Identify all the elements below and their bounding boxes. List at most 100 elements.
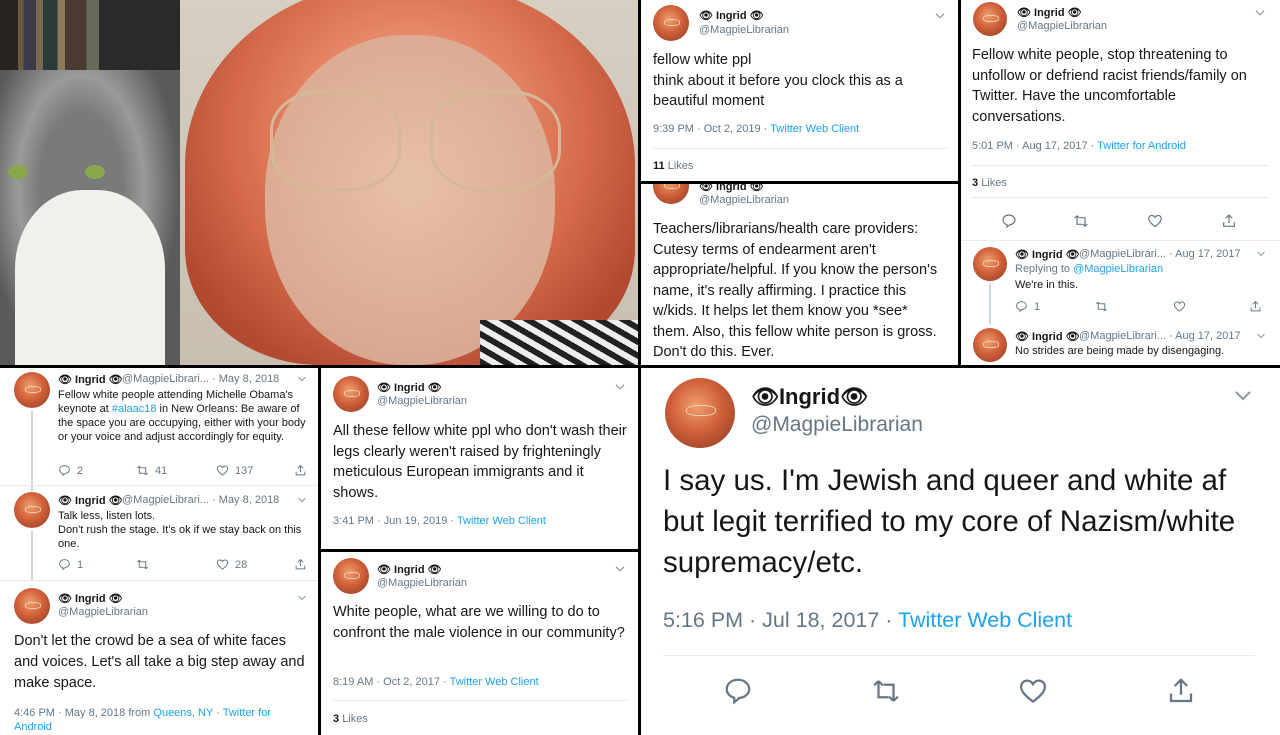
user-handle[interactable]: @MagpieLibrarian: [699, 24, 789, 36]
eye-icon: 👁: [427, 382, 442, 394]
eye-icon: 👁: [377, 564, 391, 576]
tweet-text: We're in this.: [1015, 279, 1079, 291]
user-name[interactable]: 👁 Ingrid 👁: [377, 563, 442, 576]
tweet-text: Fellow white people, stop threatening to…: [972, 47, 1247, 125]
like-icon[interactable]: [1018, 676, 1048, 706]
likes-count[interactable]: 11 Likes: [653, 160, 693, 172]
eye-icon: 👁: [108, 374, 123, 386]
share-icon[interactable]: [294, 464, 307, 477]
reply-icon[interactable]: [1001, 213, 1017, 229]
tweet-meta: 8:19 AM · Oct 2, 2017 · Twitter Web Clie…: [333, 676, 539, 688]
avatar[interactable]: [653, 5, 689, 41]
eye-icon: 👁: [108, 495, 123, 507]
chevron-down-icon[interactable]: [1253, 6, 1267, 20]
eye-icon: 👁: [749, 10, 764, 22]
retweet-button[interactable]: 41: [136, 464, 167, 477]
retweet-icon[interactable]: [136, 558, 149, 571]
avatar[interactable]: [14, 372, 50, 408]
tweet-panel-2: 👁 Ingrid 👁 @MagpieLibrarian Fellow white…: [961, 0, 1280, 365]
eye-icon: 👁: [1017, 7, 1031, 19]
tweet-panel-thread: 👁 Ingrid 👁 @MagpieLibrari... · May 8, 20…: [0, 368, 318, 735]
hashtag-link[interactable]: #alaac18: [112, 403, 157, 415]
avatar[interactable]: [973, 328, 1007, 362]
avatar[interactable]: [14, 588, 50, 624]
chevron-down-icon[interactable]: [1255, 248, 1267, 260]
tweet-panel-1: 👁 Ingrid 👁 @MagpieLibrarian fellow white…: [641, 0, 958, 181]
user-name[interactable]: 👁 Ingrid 👁: [58, 373, 123, 386]
reply-button[interactable]: 1: [1015, 300, 1040, 313]
share-icon[interactable]: [1166, 676, 1196, 706]
user-name[interactable]: 👁 Ingrid 👁: [58, 592, 123, 605]
glasses: [270, 90, 561, 191]
tweet-meta: 9:39 PM · Oct 2, 2019 · Twitter Web Clie…: [653, 123, 860, 135]
cat: [0, 70, 180, 365]
avatar[interactable]: [653, 184, 689, 204]
user-name[interactable]: 👁Ingrid👁: [751, 384, 868, 410]
avatar[interactable]: [333, 558, 369, 594]
user-handle[interactable]: @MagpieLibrarian: [377, 577, 467, 589]
user-name[interactable]: 👁 Ingrid 👁: [1015, 330, 1080, 343]
eye-icon: 👁: [699, 10, 713, 22]
user-handle[interactable]: @MagpieLibrari... · Aug 17, 2017: [1079, 330, 1241, 342]
chevron-down-icon[interactable]: [296, 373, 308, 385]
like-icon[interactable]: [1173, 300, 1186, 313]
user-name[interactable]: 👁 Ingrid 👁: [699, 9, 764, 22]
user-handle[interactable]: @MagpieLibrari... · May 8, 2018: [122, 494, 279, 506]
chevron-down-icon[interactable]: [296, 494, 308, 506]
tweet-text: Don't let the crowd be a sea of white fa…: [14, 633, 305, 691]
client-link[interactable]: Twitter for Android: [1097, 140, 1186, 152]
likes-count[interactable]: 3 Likes: [333, 713, 368, 725]
user-name[interactable]: 👁 Ingrid 👁: [699, 184, 764, 193]
share-icon[interactable]: [1221, 213, 1237, 229]
like-icon: [216, 464, 229, 477]
client-link[interactable]: Twitter Web Client: [898, 608, 1072, 632]
share-icon[interactable]: [1249, 300, 1262, 313]
avatar[interactable]: [973, 247, 1007, 281]
user-name[interactable]: 👁 Ingrid 👁: [1017, 6, 1082, 19]
chevron-down-icon[interactable]: [1255, 330, 1267, 342]
retweet-icon[interactable]: [1073, 213, 1089, 229]
tweet-meta: 4:46 PM · May 8, 2018 from Queens, NY · …: [14, 707, 271, 733]
eye-icon: 👁: [427, 564, 442, 576]
eye-icon: 👁: [749, 184, 764, 193]
avatar[interactable]: [973, 2, 1007, 36]
tweet-meta: 5:01 PM · Aug 17, 2017 · Twitter for And…: [972, 140, 1186, 152]
like-button[interactable]: 137: [216, 464, 253, 477]
location-link[interactable]: Queens, NY: [153, 707, 213, 719]
like-icon[interactable]: [1147, 213, 1163, 229]
avatar[interactable]: [333, 376, 369, 412]
eye-icon: 👁: [108, 593, 123, 605]
reply-icon[interactable]: [723, 676, 753, 706]
eye-icon: 👁: [58, 593, 72, 605]
chevron-down-icon[interactable]: [1231, 384, 1255, 408]
user-handle[interactable]: @MagpieLibrarian: [58, 606, 148, 618]
replying-to: Replying to @MagpieLibrarian: [1015, 263, 1164, 275]
retweet-icon[interactable]: [1095, 300, 1108, 313]
client-link[interactable]: Twitter Web Client: [457, 515, 546, 527]
retweet-icon[interactable]: [871, 676, 901, 706]
user-handle[interactable]: @MagpieLibrarian: [1017, 20, 1107, 32]
chevron-down-icon[interactable]: [613, 562, 627, 576]
user-name[interactable]: 👁 Ingrid 👁: [377, 381, 442, 394]
user-handle[interactable]: @MagpieLibrari... · May 8, 2018: [122, 373, 279, 385]
user-handle[interactable]: @MagpieLibrarian: [377, 395, 467, 407]
face: [265, 35, 555, 365]
user-handle[interactable]: @MagpieLibrarian: [699, 194, 789, 206]
likes-count[interactable]: 3 Likes: [972, 177, 1007, 189]
chevron-down-icon[interactable]: [613, 380, 627, 394]
share-icon[interactable]: [294, 558, 307, 571]
user-name[interactable]: 👁 Ingrid 👁: [1015, 248, 1080, 261]
client-link[interactable]: Twitter Web Client: [450, 676, 539, 688]
avatar[interactable]: [665, 378, 735, 448]
chevron-down-icon[interactable]: [933, 9, 947, 23]
user-name[interactable]: 👁 Ingrid 👁: [58, 494, 123, 507]
user-handle[interactable]: @MagpieLibrarian: [751, 413, 923, 437]
chevron-down-icon[interactable]: [296, 592, 308, 604]
client-link[interactable]: Twitter Web Client: [770, 123, 859, 135]
reply-button[interactable]: 1: [58, 558, 83, 571]
tweet-text: Teachers/librarians/health care provider…: [653, 221, 938, 360]
user-handle[interactable]: @MagpieLibrari... · Aug 17, 2017: [1079, 248, 1241, 260]
like-button[interactable]: 28: [216, 558, 247, 571]
avatar[interactable]: [14, 492, 50, 528]
reply-button[interactable]: 2: [58, 464, 83, 477]
